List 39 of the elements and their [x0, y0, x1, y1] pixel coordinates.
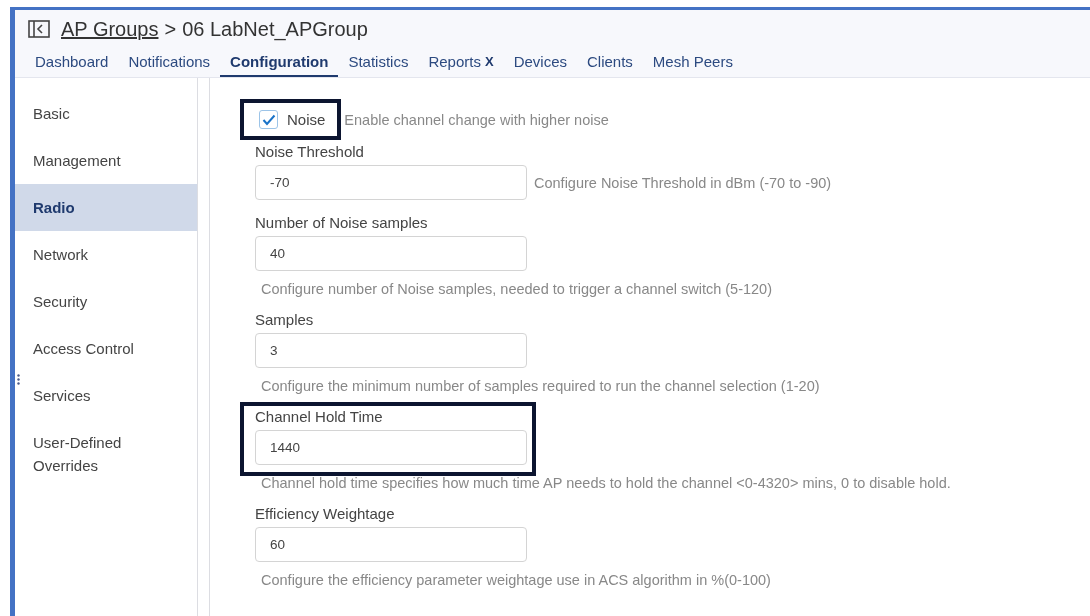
input-field[interactable]: 3 — [255, 333, 527, 368]
input-field[interactable]: -70 — [255, 165, 527, 200]
collapse-sidebar-icon[interactable] — [28, 20, 50, 38]
nav-tab[interactable]: Reports X — [418, 48, 504, 77]
sidebar-item[interactable]: Management — [15, 137, 197, 184]
field-label: Samples — [255, 311, 315, 328]
help-text: Configure the efficiency parameter weightage use in ACS algorithm in %(0-100) — [260, 572, 772, 588]
field-label: Noise Threshold — [255, 143, 365, 160]
sidebar-item[interactable]: User-Defined Overrides — [15, 419, 143, 489]
sidebar-item[interactable]: Network — [15, 231, 197, 278]
page-title: 06 LabNet_APGroup — [182, 17, 368, 41]
checkbox-label: Noise — [287, 111, 326, 128]
sidebar-item[interactable]: Basic — [15, 90, 197, 137]
nav-tab[interactable]: Notifications — [118, 48, 221, 77]
nav-tab[interactable]: Mesh Peers — [642, 48, 743, 77]
field-label: Efficiency Weightage — [255, 505, 396, 522]
nav-tab[interactable]: Clients — [577, 48, 643, 77]
nav-tab[interactable]: Configuration — [220, 48, 339, 77]
help-text: Configure number of Noise samples, needed to trigger a channel switch (5-120) — [260, 281, 773, 297]
drag-handle-icon[interactable] — [17, 374, 20, 385]
breadcrumb-separator: > — [164, 17, 177, 41]
sidebar-item[interactable]: Security — [15, 278, 197, 325]
help-text: Enable channel change with higher noise — [344, 111, 609, 128]
nav-tab[interactable]: Statistics — [338, 48, 419, 77]
help-text: Channel hold time specifies how much time AP needs to hold the channel <0-4320> mins, 0 to disable hold. — [260, 475, 952, 491]
sidebar-item[interactable]: Services — [15, 372, 197, 419]
help-text: Configure the minimum number of samples required to run the channel selection (1-20) — [260, 378, 821, 394]
field-label: Number of Noise samples — [255, 214, 429, 231]
input-field[interactable]: 1440 — [255, 430, 527, 465]
breadcrumb-link[interactable]: AP Groups — [61, 17, 159, 41]
sidebar-item[interactable]: Access Control — [15, 325, 197, 372]
input-field[interactable]: 40 — [255, 236, 527, 271]
input-field[interactable]: 60 — [255, 527, 527, 562]
field-label: Channel Hold Time — [255, 408, 384, 425]
sidebar-item[interactable]: Radio — [15, 184, 197, 231]
checkbox[interactable] — [259, 110, 278, 129]
nav-tab[interactable]: Dashboard — [25, 48, 119, 77]
help-text: Configure Noise Threshold in dBm (-70 to -90) — [534, 174, 832, 191]
nav-tab[interactable]: Devices — [503, 48, 577, 77]
